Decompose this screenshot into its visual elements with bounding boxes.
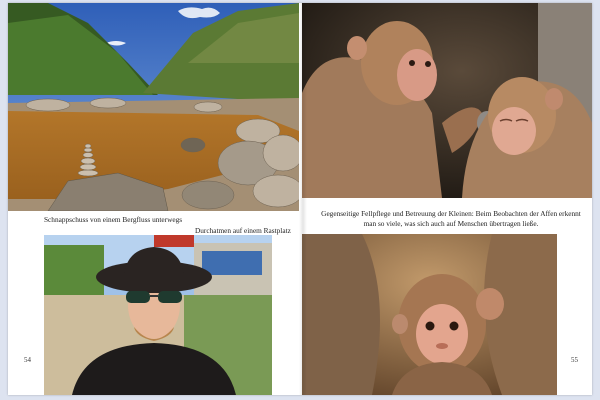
book-gutter xyxy=(299,3,307,395)
river-photo xyxy=(8,3,299,211)
selfie-image xyxy=(44,235,272,395)
selfie-photo xyxy=(44,235,272,395)
page-number-left: 54 xyxy=(24,356,31,364)
monkeys-grooming-image xyxy=(302,3,592,198)
book-spread: Schnappschuss von einem Bergfluss unterw… xyxy=(8,3,592,395)
river-photo-image xyxy=(8,3,299,211)
page-number-right: 55 xyxy=(571,356,578,364)
monkeys-grooming-photo xyxy=(302,3,592,198)
river-caption: Schnappschuss von einem Bergfluss unterw… xyxy=(44,215,183,224)
monkeys-caption: Gegenseitige Fellpflege und Betreuung de… xyxy=(321,209,581,228)
baby-monkey-photo xyxy=(302,234,557,395)
baby-monkey-image xyxy=(302,234,557,395)
